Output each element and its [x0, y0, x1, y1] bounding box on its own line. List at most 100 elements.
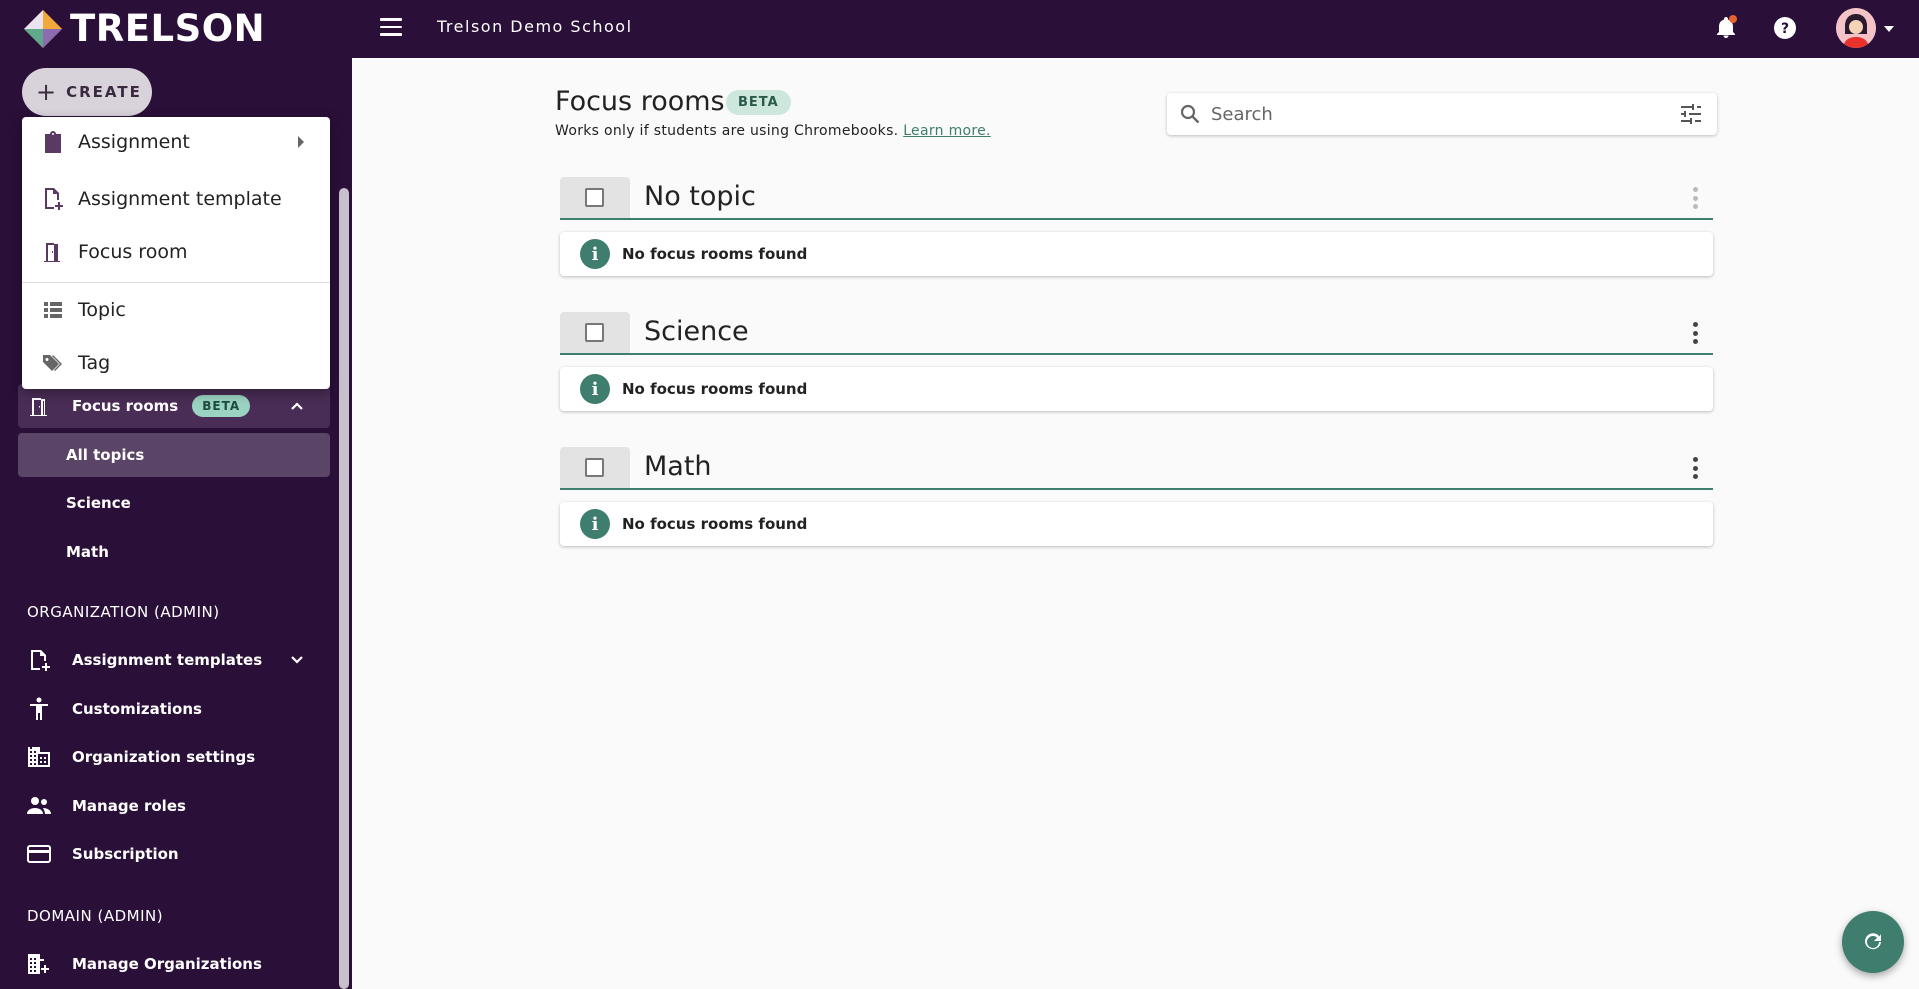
menu-item-label: Assignment [78, 131, 190, 153]
file-plus-icon [26, 647, 52, 673]
sidebar-item-label: Assignment templates [72, 651, 263, 669]
info-icon: i [580, 374, 610, 404]
menu-item-assignment[interactable]: Assignment [22, 117, 330, 167]
trelson-logo-mark-icon [24, 10, 62, 48]
empty-state-text: No focus rooms found [622, 515, 808, 533]
section-label-domain: DOMAIN (ADMIN) [27, 907, 164, 925]
empty-state-text: No focus rooms found [622, 380, 808, 398]
sidebar-item-label: Math [66, 543, 109, 561]
sidebar-item-label: Science [66, 494, 131, 512]
more-options-icon[interactable] [1693, 322, 1699, 344]
beta-badge: BETA [726, 90, 791, 115]
menu-item-focus-room[interactable]: Focus room [22, 227, 330, 277]
sidebar-item-subscription[interactable]: Subscription [18, 832, 330, 876]
tag-icon [42, 352, 64, 374]
buildings-icon [26, 951, 52, 977]
help-icon[interactable]: ? [1771, 14, 1799, 42]
section-label-organization: ORGANIZATION (ADMIN) [27, 603, 220, 621]
empty-state-card: i No focus rooms found [560, 502, 1713, 546]
topic-name: No topic [644, 181, 756, 212]
sidebar-item-label: Subscription [72, 845, 179, 863]
menu-item-label: Assignment template [78, 188, 282, 210]
caret-right-icon [298, 136, 304, 148]
topic-header: Science [560, 312, 1713, 355]
topic-section-math: Math i No focus rooms found [560, 447, 1713, 546]
sidebar-item-label: Customizations [72, 700, 202, 718]
topic-checkbox[interactable] [585, 458, 604, 477]
building-icon [26, 744, 52, 770]
people-icon [26, 793, 52, 819]
organization-name: Trelson Demo School [437, 17, 633, 36]
topic-name: Science [644, 316, 749, 347]
sidebar-item-all-topics[interactable]: All topics [18, 433, 330, 477]
topic-checkbox[interactable] [585, 188, 604, 207]
list-icon [42, 299, 64, 321]
menu-item-label: Topic [78, 299, 126, 321]
topic-header: Math [560, 447, 1713, 490]
beta-badge: BETA [192, 395, 251, 417]
door-icon [26, 393, 52, 419]
empty-state-card: i No focus rooms found [560, 232, 1713, 276]
more-options-icon[interactable] [1693, 457, 1699, 479]
subtitle-text: Works only if students are using Chromeb… [555, 123, 899, 139]
chevron-up-icon[interactable] [290, 399, 304, 413]
chevron-down-icon [1884, 26, 1894, 32]
search-input[interactable] [1211, 99, 1651, 129]
user-avatar-icon [1836, 8, 1876, 48]
sidebar-scrollbar[interactable] [339, 188, 349, 989]
select-topic-checkbox-area[interactable] [560, 312, 630, 353]
menu-item-topic[interactable]: Topic [22, 285, 330, 335]
refresh-button[interactable] [1842, 911, 1904, 973]
trelson-logo[interactable]: TRELSON [22, 8, 265, 50]
menu-toggle-icon[interactable] [380, 18, 402, 40]
menu-item-tag[interactable]: Tag [22, 338, 330, 388]
menu-divider [22, 282, 330, 283]
door-icon [42, 241, 64, 263]
topic-name: Math [644, 451, 712, 482]
avatar [1836, 8, 1876, 48]
sidebar-item-focus-rooms[interactable]: Focus rooms BETA [18, 384, 330, 428]
empty-state-text: No focus rooms found [622, 245, 808, 263]
sidebar-item-organization-settings[interactable]: Organization settings [18, 735, 330, 779]
menu-item-assignment-template[interactable]: Assignment template [22, 174, 330, 224]
menu-item-label: Focus room [78, 241, 188, 263]
top-app-bar: TRELSON Trelson Demo School ? [0, 0, 1919, 58]
filter-settings-icon[interactable] [1679, 103, 1703, 125]
sidebar-item-customizations[interactable]: Customizations [18, 687, 330, 731]
sidebar-item-label: Manage Organizations [72, 955, 262, 973]
info-icon: i [580, 509, 610, 539]
topic-header: No topic [560, 177, 1713, 220]
sidebar-item-assignment-templates[interactable]: Assignment templates [18, 638, 330, 682]
search-box [1167, 93, 1717, 135]
select-topic-checkbox-area[interactable] [560, 177, 630, 218]
info-icon: i [580, 239, 610, 269]
topic-checkbox[interactable] [585, 323, 604, 342]
sidebar-item-manage-roles[interactable]: Manage roles [18, 784, 330, 828]
notifications-bell-icon[interactable] [1712, 14, 1740, 42]
empty-state-card: i No focus rooms found [560, 367, 1713, 411]
sidebar-item-label: Focus rooms [72, 397, 179, 415]
accessibility-icon [26, 696, 52, 722]
user-menu-button[interactable] [1836, 8, 1896, 50]
create-button-label: CREATE [66, 83, 142, 101]
credit-card-icon [26, 841, 52, 867]
svg-text:?: ? [1781, 21, 1789, 37]
sidebar-item-label: All topics [66, 446, 145, 464]
create-button[interactable]: + CREATE [22, 68, 152, 116]
chevron-down-icon[interactable] [290, 653, 304, 667]
page-title: Focus rooms [555, 86, 725, 117]
sidebar-item-math[interactable]: Math [18, 530, 330, 574]
topic-section-no-topic: No topic i No focus rooms found [560, 177, 1713, 276]
sidebar-item-science[interactable]: Science [18, 481, 330, 525]
sidebar-item-manage-organizations[interactable]: Manage Organizations [18, 942, 330, 986]
select-topic-checkbox-area[interactable] [560, 447, 630, 488]
page-subtitle: Works only if students are using Chromeb… [555, 123, 991, 139]
learn-more-link[interactable]: Learn more. [903, 123, 991, 139]
more-options-icon[interactable] [1693, 187, 1699, 209]
sidebar-item-label: Manage roles [72, 797, 186, 815]
brand-name: TRELSON [70, 7, 266, 50]
menu-item-label: Tag [78, 352, 111, 374]
create-menu: Assignment Assignment template Focus roo… [22, 117, 330, 389]
refresh-icon [1865, 933, 1881, 950]
plus-icon: + [36, 78, 57, 106]
